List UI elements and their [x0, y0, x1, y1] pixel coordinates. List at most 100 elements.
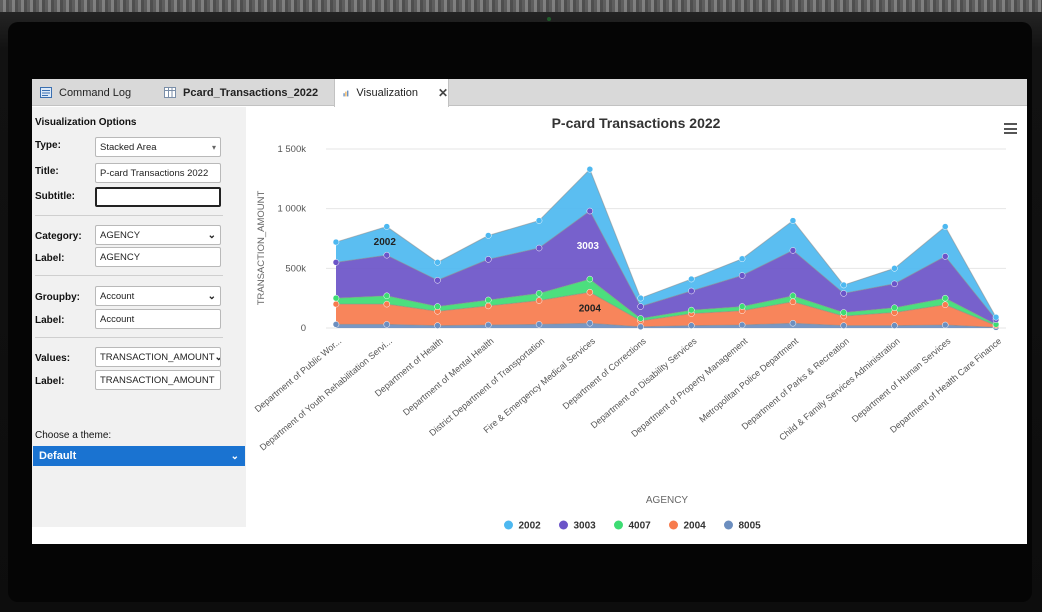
data-point-8005[interactable] [789, 319, 797, 327]
data-point-4007[interactable] [535, 290, 543, 297]
data-point-2004[interactable] [535, 297, 543, 304]
data-point-2002[interactable] [992, 314, 1000, 321]
subtitle-row: Subtitle: [35, 191, 95, 202]
close-icon[interactable]: ✕ [438, 86, 448, 100]
data-point-2002[interactable] [383, 223, 391, 230]
data-point-2002[interactable] [586, 166, 594, 173]
data-point-8005[interactable] [383, 321, 391, 328]
data-point-4007[interactable] [637, 315, 644, 322]
theme-select[interactable]: Default ⌄ [33, 446, 245, 466]
data-point-4007[interactable] [738, 303, 746, 310]
data-point-2002[interactable] [637, 294, 644, 302]
values-label-input[interactable]: TRANSACTION_AMOUNT [95, 370, 221, 390]
data-point-4007[interactable] [383, 292, 391, 300]
log-icon [40, 87, 52, 98]
data-point-3003[interactable] [637, 303, 644, 310]
data-point-8005[interactable] [637, 323, 644, 331]
tab-pcard-transactions[interactable]: Pcard_Transactions_2022 [156, 79, 336, 106]
data-point-8005[interactable] [586, 319, 594, 327]
chart-title: P-card Transactions 2022 [552, 115, 721, 131]
x-tick-label: Department of Parks & Recreation [740, 336, 851, 432]
data-point-3003[interactable] [688, 287, 695, 295]
data-point-2004[interactable] [941, 301, 949, 308]
data-point-2004[interactable] [332, 300, 340, 308]
data-point-4007[interactable] [840, 309, 847, 316]
values-value: TRANSACTION_AMOUNT [100, 351, 215, 363]
data-point-3003[interactable] [840, 290, 847, 297]
data-point-3003[interactable] [332, 259, 340, 266]
data-point-2002[interactable] [789, 217, 797, 224]
legend-item-3003[interactable]: 3003 [559, 520, 597, 532]
data-point-2004[interactable] [383, 300, 391, 308]
tab-command-log[interactable]: Command Log [32, 79, 154, 106]
category-label: Category: [35, 231, 82, 242]
data-point-3003[interactable] [891, 280, 898, 288]
y-tick-label: 1 500k [277, 144, 306, 155]
x-tick-label: Department of Corrections [561, 336, 649, 412]
x-tick-label: Department of Public Wor... [253, 336, 344, 414]
values-select[interactable]: TRANSACTION_AMOUNT⌄ [95, 347, 221, 367]
data-point-2002[interactable] [941, 223, 949, 230]
data-point-2004[interactable] [586, 288, 594, 296]
data-point-3003[interactable] [485, 256, 492, 263]
type-row: Type: [35, 140, 95, 151]
data-point-2002[interactable] [891, 265, 898, 272]
data-point-2002[interactable] [738, 255, 746, 263]
theme-value: Default [39, 450, 77, 462]
groupby-select[interactable]: Account ⌄ [95, 286, 221, 306]
data-point-8005[interactable] [332, 321, 340, 328]
category-label-input[interactable]: AGENCY [95, 247, 221, 267]
data-point-2002[interactable] [688, 275, 695, 283]
data-point-2002[interactable] [434, 259, 441, 266]
data-point-4007[interactable] [941, 294, 949, 302]
data-point-8005[interactable] [434, 322, 441, 329]
x-tick-label: Department of Mental Health [401, 336, 496, 418]
type-select[interactable]: Stacked Area ▾ [95, 137, 221, 157]
y-tick-label: 1 000k [277, 204, 306, 215]
legend-label: 3003 [574, 521, 597, 532]
type-label: Type: [35, 140, 61, 151]
category-select[interactable]: AGENCY ⌄ [95, 225, 221, 245]
legend-marker [724, 520, 733, 530]
data-point-4007[interactable] [688, 306, 695, 314]
data-point-8005[interactable] [535, 321, 543, 328]
data-point-4007[interactable] [434, 303, 441, 310]
data-point-2002[interactable] [535, 217, 543, 224]
data-point-3003[interactable] [383, 251, 391, 259]
data-point-2002[interactable] [840, 281, 847, 289]
data-point-8005[interactable] [891, 322, 898, 329]
data-point-8005[interactable] [688, 322, 695, 329]
panel-title: Visualization Options [35, 117, 137, 128]
data-point-3003[interactable] [434, 277, 441, 284]
data-point-2002[interactable] [332, 238, 340, 246]
data-point-3003[interactable] [789, 247, 797, 254]
data-point-8005[interactable] [485, 321, 492, 329]
data-point-3003[interactable] [586, 207, 594, 215]
legend-item-2002[interactable]: 2002 [504, 520, 542, 532]
data-point-3003[interactable] [738, 272, 746, 279]
data-point-8005[interactable] [738, 321, 746, 329]
title-input[interactable]: P-card Transactions 2022 [95, 163, 221, 183]
data-point-2004[interactable] [485, 302, 492, 310]
values-label-value: TRANSACTION_AMOUNT [100, 374, 215, 386]
data-point-3003[interactable] [535, 244, 543, 252]
data-point-8005[interactable] [941, 321, 949, 329]
data-point-4007[interactable] [485, 296, 492, 304]
groupby-label-input[interactable]: Account [95, 309, 221, 329]
subtitle-label: Subtitle: [35, 191, 75, 202]
hamburger-menu-icon[interactable] [1004, 123, 1017, 134]
data-point-4007[interactable] [332, 294, 340, 302]
data-point-2002[interactable] [485, 232, 492, 239]
data-point-3003[interactable] [941, 253, 949, 260]
tab-visualization[interactable]: Visualization ✕ [334, 79, 449, 107]
data-point-4007[interactable] [891, 304, 898, 311]
legend-item-8005[interactable]: 8005 [724, 520, 761, 532]
subtitle-input[interactable] [95, 187, 221, 207]
data-point-8005[interactable] [840, 322, 847, 329]
data-point-4007[interactable] [789, 292, 797, 300]
legend-item-2004[interactable]: 2004 [669, 520, 706, 532]
data-point-2004[interactable] [789, 298, 797, 305]
legend-label: 2002 [519, 521, 542, 532]
data-point-4007[interactable] [586, 275, 594, 283]
legend-item-4007[interactable]: 4007 [614, 520, 651, 532]
